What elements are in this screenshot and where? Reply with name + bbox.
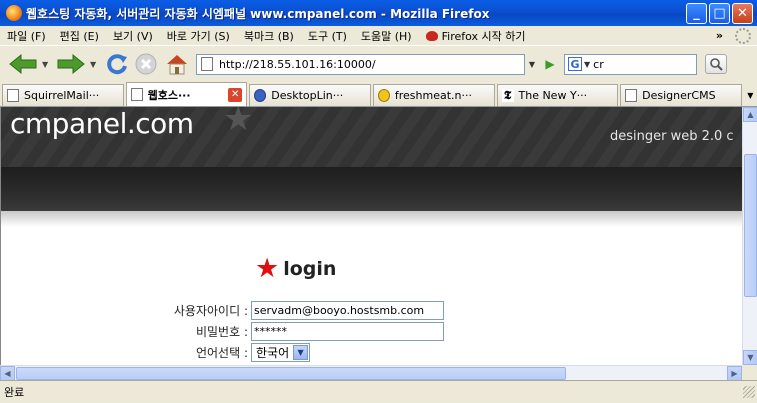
close-tab-icon[interactable]: ✕	[228, 87, 243, 102]
menu-bookmarks[interactable]: 북마크 (B)	[237, 28, 301, 44]
magnifier-icon	[710, 58, 723, 71]
url-history-dropdown[interactable]: ▼	[524, 55, 540, 74]
firefox-start-label: Firefox 시작 하기	[441, 29, 526, 43]
horizontal-scrollbar[interactable]: ◀ ▶	[0, 365, 742, 381]
login-title: login	[283, 257, 337, 280]
user-id-label: 사용자아이디 :	[173, 304, 248, 318]
user-id-row: 사용자아이디 :	[1, 301, 742, 320]
page-icon	[201, 57, 213, 71]
site-logo[interactable]: cmpanel.com	[10, 107, 194, 140]
menu-go[interactable]: 바로 가기 (S)	[160, 28, 237, 44]
site-nav-strip	[1, 167, 742, 211]
password-input[interactable]	[251, 322, 444, 341]
search-button[interactable]	[705, 54, 727, 74]
stop-icon	[135, 53, 157, 75]
status-text: 완료	[4, 386, 25, 399]
title-bar: 웹호스팅 자동화, 서버관리 자동화 시엠패널 www.cmpanel.com …	[0, 0, 757, 26]
firefox-logo-icon	[6, 5, 22, 21]
search-box[interactable]: G ▼ cr	[564, 53, 697, 75]
menu-edit[interactable]: 편집 (E)	[53, 28, 106, 44]
logo-star-icon: ★	[223, 107, 254, 139]
page-icon	[130, 88, 143, 101]
page-viewport: cmpanel.com ★ desinger web 2.0 c ★ login…	[0, 107, 742, 365]
menu-view[interactable]: 보기 (V)	[106, 28, 160, 44]
address-bar[interactable]: http://218.55.101.16:10000/	[196, 53, 525, 75]
scroll-left-button[interactable]: ◀	[0, 366, 15, 381]
tab-label: DesktopLin···	[271, 89, 344, 102]
star-icon: ★	[255, 253, 280, 284]
menu-overflow-button[interactable]: »	[716, 29, 723, 42]
back-button[interactable]	[8, 53, 38, 75]
menu-tools[interactable]: 도구 (T)	[301, 28, 354, 44]
penguin-icon	[254, 89, 267, 102]
horizontal-scroll-thumb[interactable]	[16, 367, 566, 380]
page-icon	[7, 89, 19, 102]
back-arrow-icon	[9, 53, 37, 75]
scrollbar-corner	[742, 365, 757, 380]
tab-label: DesignerCMS	[642, 89, 716, 102]
tab-list-dropdown[interactable]: ▼	[744, 84, 757, 106]
window-title: 웹호스팅 자동화, 서버관리 자동화 시엠패널 www.cmpanel.com …	[26, 6, 490, 21]
go-button[interactable]: ▶	[540, 55, 560, 74]
tab-squirrelmail[interactable]: SquirrelMail···	[2, 84, 124, 106]
stop-button[interactable]	[134, 52, 158, 76]
language-selected-value: 한국어	[256, 346, 290, 360]
firefox-start-icon	[425, 30, 438, 41]
language-select[interactable]: 한국어 ▼	[251, 343, 311, 362]
vertical-scrollbar[interactable]: ▲ ▼	[742, 107, 757, 365]
scroll-right-button[interactable]: ▶	[727, 366, 742, 381]
language-label: 언어선택 :	[195, 346, 248, 360]
maximize-button[interactable]: □	[709, 2, 730, 24]
status-bar: 완료	[0, 380, 757, 403]
forward-history-dropdown[interactable]: ▼	[90, 60, 100, 69]
chevron-down-icon[interactable]: ▼	[293, 345, 309, 360]
menu-bar: 파일 (F) 편집 (E) 보기 (V) 바로 가기 (S) 북마크 (B) 도…	[0, 26, 757, 46]
password-label: 비밀번호 :	[195, 325, 248, 339]
page-icon	[625, 89, 638, 102]
reload-icon	[107, 54, 127, 75]
search-input[interactable]: cr	[593, 58, 604, 71]
tab-designercms[interactable]: DesignerCMS	[620, 84, 742, 106]
scroll-up-button[interactable]: ▲	[743, 107, 757, 122]
tab-label: 웹호스···	[147, 88, 191, 102]
throbber-icon	[735, 27, 751, 44]
scroll-down-button[interactable]: ▼	[743, 350, 757, 365]
header-shadow	[1, 211, 742, 227]
close-button[interactable]: ✕	[732, 2, 753, 24]
home-icon	[167, 55, 187, 75]
tab-nytimes[interactable]: 𝕿 The New Y···	[496, 84, 619, 106]
tab-bar: SquirrelMail··· 웹호스··· ✕ DesktopLin··· f…	[0, 82, 757, 107]
tab-label: SquirrelMail···	[24, 89, 100, 102]
login-heading: ★ login	[255, 255, 336, 282]
forward-arrow-icon	[57, 53, 85, 75]
minimize-button[interactable]: _	[686, 2, 707, 24]
search-engine-dropdown[interactable]: ▼	[584, 60, 590, 69]
nyt-icon: 𝕿	[501, 89, 514, 102]
menu-help[interactable]: 도움말 (H)	[354, 28, 419, 44]
home-button[interactable]	[164, 51, 190, 77]
back-history-dropdown[interactable]: ▼	[42, 60, 52, 69]
freshmeat-icon	[377, 89, 390, 102]
reload-button[interactable]	[104, 51, 130, 77]
password-row: 비밀번호 :	[1, 322, 742, 341]
firefox-start-link[interactable]: Firefox 시작 하기	[419, 28, 533, 44]
user-id-input[interactable]	[251, 301, 444, 320]
vertical-scroll-thumb[interactable]	[744, 154, 757, 297]
navigation-toolbar: ▼ ▼ http://218.55.101.16:10000/ ▼ ▶ G ▼ …	[0, 47, 757, 81]
tab-label: The New Y···	[518, 89, 588, 102]
language-row: 언어선택 : 한국어 ▼	[1, 343, 742, 362]
site-tagline: desinger web 2.0 c	[610, 129, 734, 144]
tab-freshmeat[interactable]: freshmeat.n···	[372, 84, 495, 106]
tab-desktoplinux[interactable]: DesktopLin···	[249, 84, 371, 106]
forward-button[interactable]	[56, 53, 86, 75]
resize-grip-icon[interactable]	[743, 386, 755, 398]
menu-file[interactable]: 파일 (F)	[0, 28, 53, 44]
url-text[interactable]: http://218.55.101.16:10000/	[219, 58, 524, 71]
site-header: cmpanel.com ★ desinger web 2.0 c	[1, 107, 742, 167]
tab-label: freshmeat.n···	[394, 89, 472, 102]
tab-cmpanel[interactable]: 웹호스··· ✕	[125, 82, 248, 106]
google-search-engine-icon[interactable]: G	[568, 57, 582, 71]
